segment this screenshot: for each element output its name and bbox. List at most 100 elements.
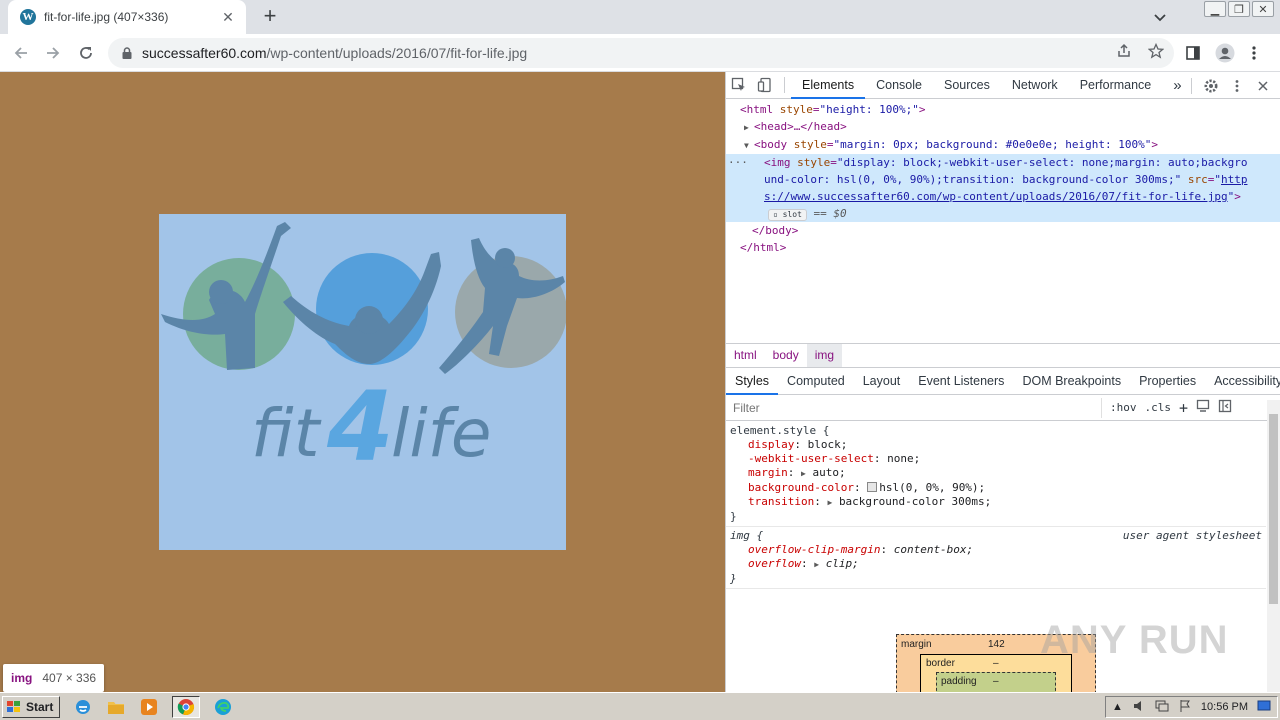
dom-node-html-close[interactable]: </html> [726,239,1280,256]
subtab-properties[interactable]: Properties [1130,368,1205,395]
element-style-rule[interactable]: element.style { display: block; -webkit-… [726,422,1266,527]
media-player-icon[interactable] [139,697,159,717]
slot-badge[interactable]: ▫ slot [768,209,807,221]
chrome-taskbar-icon[interactable] [172,695,201,718]
tab-console[interactable]: Console [865,72,933,99]
browser-menu-icon[interactable] [1243,42,1265,64]
subtab-dom-breakpoints[interactable]: DOM Breakpoints [1013,368,1130,395]
ua-style-rule[interactable]: user agent stylesheet img { overflow-cli… [726,527,1266,589]
ua-prop-overflow-clip-margin: overflow-clip-margin: content-box; [748,543,974,556]
forward-icon[interactable] [40,40,66,66]
share-icon[interactable] [1116,43,1132,62]
tab-elements[interactable]: Elements [791,72,866,99]
reload-icon[interactable] [73,40,99,66]
flag-icon[interactable] [1178,699,1192,716]
dom-node-img-line3[interactable]: s://www.successafter60.com/wp-content/up… [726,188,1280,205]
restore-icon[interactable]: ❐ [1228,1,1250,17]
expand-triangle-icon[interactable]: ▶ [744,119,754,136]
new-style-rule-button[interactable]: + [1179,399,1188,417]
devtools-panel: Elements Console Sources Network Perform… [725,72,1280,692]
edge-icon[interactable] [213,697,233,717]
style-prop-background-color[interactable]: background-color: hsl(0, 0%, 90%); [730,481,1262,495]
img-src-link[interactable]: s://www.successafter60.com/wp-content/up… [764,190,1228,203]
fit-for-life-image[interactable]: fit 4 life [159,214,566,550]
tab-search-icon[interactable] [1150,7,1170,27]
tab-title: fit-for-life.jpg (407×336) [44,10,169,24]
volume-icon[interactable] [1132,699,1146,716]
class-toggle[interactable]: .cls [1145,401,1172,414]
file-explorer-icon[interactable] [106,697,126,717]
dom-node-slot[interactable]: ▫ slot == $0 [726,205,1280,222]
breadcrumb-img[interactable]: img [806,344,843,367]
browser-tab[interactable]: W fit-for-life.jpg (407×336) ✕ [8,0,246,34]
img-src-link-start[interactable]: http [1221,173,1248,186]
computed-styles-toggle-icon[interactable] [1196,399,1210,416]
url-host: successafter60.com [142,45,267,61]
subtab-layout[interactable]: Layout [854,368,910,395]
scrollbar-thumb[interactable] [1269,414,1278,604]
start-button[interactable]: Start [2,695,61,718]
subtab-computed[interactable]: Computed [778,368,854,395]
dom-node-img-selected[interactable]: ··· <img style="display: block;-webkit-us… [726,154,1280,171]
devtools-close-icon[interactable] [1250,73,1276,99]
subtab-accessibility[interactable]: Accessibility [1205,368,1280,395]
toggle-sidebar-icon[interactable] [1218,399,1232,416]
breadcrumb: html body img [726,343,1280,368]
style-prop-transition[interactable]: transition: ▶ background-color 300ms; [730,495,1262,510]
subtab-styles[interactable]: Styles [726,368,779,395]
side-panel-icon[interactable] [1182,42,1204,64]
dom-node-head[interactable]: ▶ <head>…</head> [726,118,1280,136]
expand-shorthand-icon[interactable]: ▶ [827,498,832,507]
margin-top-value[interactable]: 142 [988,639,1005,650]
breadcrumb-html[interactable]: html [726,344,765,367]
color-swatch[interactable] [867,482,878,492]
devtools-menu-icon[interactable] [1224,73,1250,99]
device-toolbar-icon[interactable] [752,72,778,98]
start-label: Start [26,699,54,714]
settings-gear-icon[interactable] [1198,73,1224,99]
tab-performance[interactable]: Performance [1069,72,1163,99]
tray-expand-icon[interactable]: ▲ [1112,701,1123,713]
hover-state-toggle[interactable]: :hov [1110,401,1137,414]
style-prop-user-select[interactable]: -webkit-user-select: none; [730,452,1262,466]
internet-explorer-icon[interactable] [73,697,93,717]
anyrun-watermark: ANY RUN [1040,617,1229,662]
style-prop-margin[interactable]: margin: ▶ auto; [730,466,1262,481]
network-icon[interactable] [1155,699,1169,716]
expand-shorthand-icon[interactable]: ▶ [801,469,806,478]
back-icon[interactable] [8,40,34,66]
clock[interactable]: 10:56 PM [1201,701,1248,713]
logo-text-life: life [391,395,492,472]
breadcrumb-body[interactable]: body [765,344,807,367]
minimize-icon[interactable]: ▁ [1204,1,1226,17]
tab-close-icon[interactable]: ✕ [220,9,236,25]
styles-filter-input[interactable] [730,397,1102,418]
logo-text-4: 4 [326,371,394,483]
styles-subtabs: Styles Computed Layout Event Listeners D… [726,368,1280,395]
tooltip-size: 407 × 336 [42,671,97,685]
wordpress-icon: W [20,9,36,25]
inspect-element-icon[interactable] [726,72,752,98]
style-prop-display[interactable]: display: block; [730,438,1262,452]
show-desktop-icon[interactable] [1257,700,1271,715]
tab-network[interactable]: Network [1001,72,1069,99]
dom-tree: <html style="height: 100%;"> ▶ <head>…</h… [726,100,1280,343]
browser-toolbar: successafter60.com/wp-content/uploads/20… [0,34,1280,72]
bookmark-star-icon[interactable] [1147,42,1165,62]
address-bar[interactable]: successafter60.com/wp-content/uploads/20… [108,38,1174,68]
subtab-event-listeners[interactable]: Event Listeners [909,368,1013,395]
tab-sources[interactable]: Sources [933,72,1001,99]
close-icon[interactable]: ✕ [1252,1,1274,17]
dom-node-body-close[interactable]: </body> [726,222,1280,239]
styles-filter-bar: :hov .cls + [726,395,1280,421]
collapse-triangle-icon[interactable]: ▼ [744,137,754,154]
profile-avatar-icon[interactable] [1214,42,1236,64]
dom-node-html[interactable]: <html style="height: 100%;"> [726,101,1280,118]
new-tab-button[interactable]: + [258,5,282,29]
dom-node-img-line2[interactable]: und-color: hsl(0, 0%, 90%);transition: b… [726,171,1280,188]
expand-shorthand-icon[interactable]: ▶ [814,560,819,569]
windows-logo-icon [7,700,20,712]
node-actions-icon[interactable]: ··· [728,154,748,171]
styles-scrollbar[interactable] [1267,400,1280,692]
dom-node-body[interactable]: ▼ <body style="margin: 0px; background: #… [726,136,1280,154]
